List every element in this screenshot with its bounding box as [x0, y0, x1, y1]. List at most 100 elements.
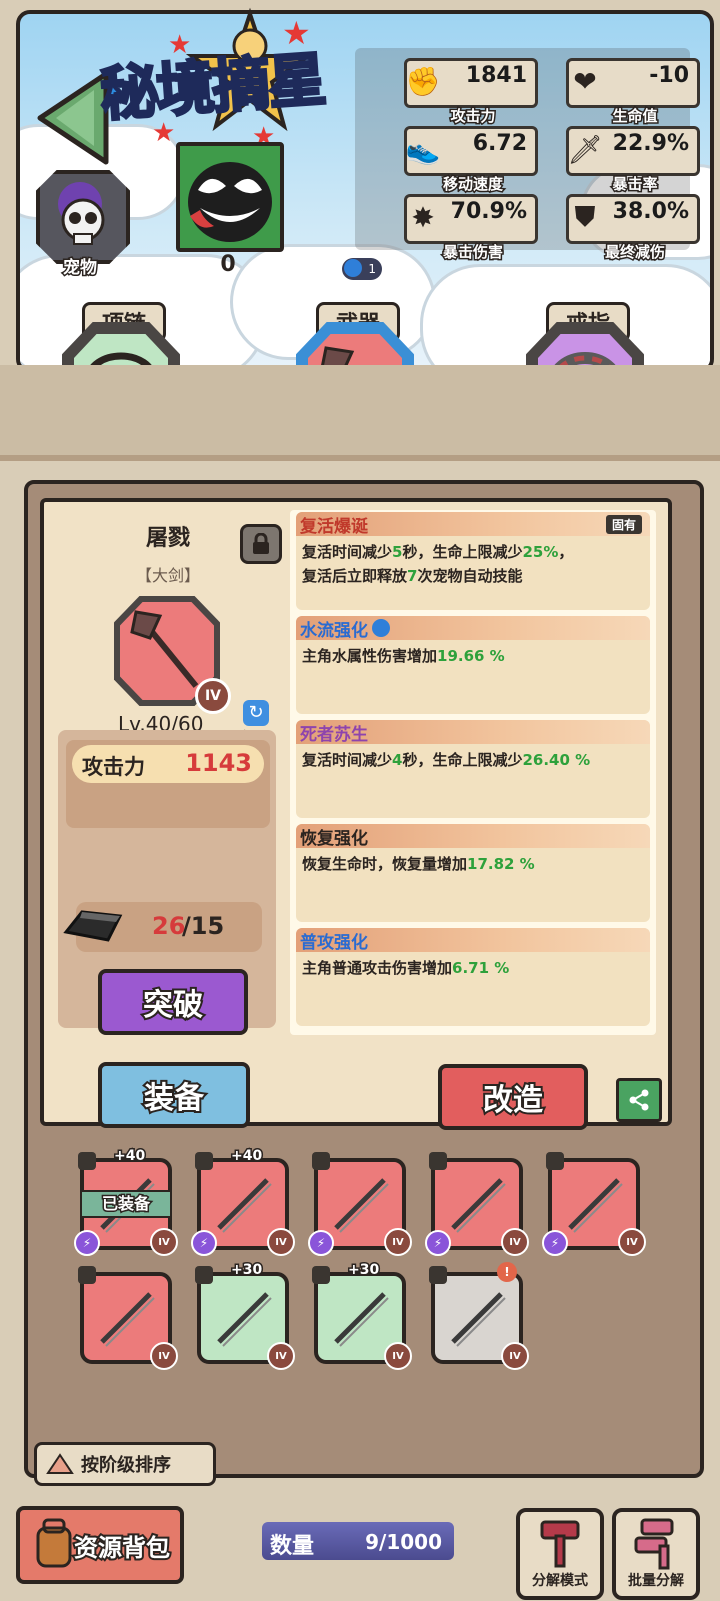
grade-badge: IV	[150, 1342, 178, 1370]
lock-icon	[546, 1152, 564, 1170]
share-button[interactable]	[616, 1078, 662, 1122]
effect-header: 恢复强化	[296, 824, 650, 849]
shield-icon: ⛊	[574, 200, 596, 233]
effect-title: 死者苏生	[300, 724, 368, 745]
stat-value: 38.0%	[612, 199, 689, 224]
grade-badge: IV	[618, 1228, 646, 1256]
effect-text: 秒，生命上限减少	[402, 543, 523, 561]
stat-label: 攻击力	[449, 106, 497, 127]
character-portrait[interactable]	[176, 142, 284, 252]
inventory-item[interactable]: +40 IV ⚡	[191, 1147, 295, 1256]
inventory-item[interactable]: IV ⚡	[542, 1152, 646, 1256]
lock-icon	[195, 1266, 213, 1284]
water-drop-icon	[344, 259, 362, 277]
effect-body: 主角水属性伤害增加19.66 %	[296, 640, 650, 672]
stat-value: 1841	[465, 63, 527, 88]
lock-icon	[312, 1152, 330, 1170]
lightning-icon: ⚡	[191, 1230, 217, 1256]
stat-label: 移动速度	[441, 174, 504, 195]
shoe-icon: 👟	[405, 132, 441, 166]
pet-slot[interactable]	[36, 170, 130, 264]
inventory-item[interactable]: IV ⚡	[425, 1152, 529, 1256]
sort-button[interactable]: 按阶级排序	[34, 1442, 216, 1486]
inventory-item[interactable]: IV ⚡	[308, 1152, 412, 1256]
stat-4: ✸ 70.9% 暴击伤害	[404, 194, 538, 263]
alert-badge: !	[497, 1262, 517, 1282]
effect-line: 复活后立即释放7次宠物自动技能	[302, 564, 644, 588]
grade-badge: IV	[501, 1228, 529, 1256]
effect-text: ，	[558, 543, 574, 561]
back-arrow-icon[interactable]	[36, 70, 110, 166]
inventory-item[interactable]: IV!	[429, 1262, 529, 1370]
batch-decompose-label: 批量分解	[628, 1573, 684, 1589]
stat-2: 👟 6.72 移动速度	[404, 126, 538, 195]
grade-badge: IV	[384, 1228, 412, 1256]
grade-badge: IV	[150, 1228, 178, 1256]
stat-label: 最终减伤	[603, 242, 666, 263]
stat-value: 6.72	[472, 131, 527, 156]
stat-0: ✊ 1841 攻击力	[404, 58, 538, 127]
effect-text: 5	[392, 543, 403, 561]
equip-button[interactable]: 装备	[98, 1062, 250, 1128]
effect-text: 17.82 %	[467, 855, 535, 873]
effect-text: 26.40 %	[522, 751, 591, 769]
share-icon	[629, 1089, 649, 1111]
lightning-icon: ⚡	[74, 1230, 100, 1256]
effect-text: 25%	[522, 543, 559, 561]
hammer-icon	[540, 1520, 580, 1568]
grade-badge: IV	[195, 678, 231, 714]
triangle-icon	[46, 1453, 74, 1474]
effect-text: 复活后立即释放	[302, 567, 408, 585]
inventory-item[interactable]: +30 IV	[312, 1261, 412, 1370]
lock-icon	[78, 1152, 96, 1170]
effect-title: 复活爆诞	[300, 516, 368, 537]
material-need: /15	[182, 912, 225, 940]
batch-hammer-icon	[634, 1518, 674, 1570]
effect-text: 恢复生命时，恢复量增加	[302, 855, 468, 873]
count-value: 9/1000	[365, 1530, 442, 1554]
backpack-icon	[36, 1518, 72, 1568]
inventory-item[interactable]: +40 已装备 IV ⚡	[74, 1147, 178, 1256]
effect-line: 复活时间减少5秒，生命上限减少25%，	[302, 540, 644, 564]
stat-5: ⛊ 38.0% 最终减伤	[566, 194, 700, 263]
lightning-icon: ⚡	[542, 1230, 568, 1256]
resource-bag-label: 资源背包	[72, 1532, 172, 1564]
batch-decompose-button[interactable]: 批量分解	[612, 1508, 700, 1600]
effect-text: 复活时间减少	[302, 543, 393, 561]
reforge-button[interactable]: 改造	[438, 1064, 588, 1130]
inventory-item[interactable]: IV	[78, 1266, 178, 1370]
effect-text: 主角水属性伤害增加	[302, 647, 438, 665]
effect-body: 复活时间减少4秒，生命上限减少26.40 %	[296, 744, 650, 776]
water-drop-badge: 1	[342, 258, 382, 280]
inventory-item[interactable]: +30 IV	[195, 1261, 295, 1370]
effect-card: 死者苏生 复活时间减少4秒，生命上限减少26.40 %	[296, 720, 650, 818]
effect-body: 主角普通攻击伤害增加6.71 %	[296, 952, 650, 984]
decompose-mode-label: 分解模式	[532, 1573, 588, 1589]
sword-icon: 🗡	[567, 132, 603, 166]
banner-floor	[0, 365, 720, 455]
breakthrough-button[interactable]: 突破	[98, 969, 248, 1035]
stat-label: 暴击率	[611, 174, 659, 195]
material-have: 26	[152, 912, 186, 940]
effect-text: 7	[407, 567, 418, 585]
decompose-mode-button[interactable]: 分解模式	[516, 1508, 604, 1600]
grade-badge: IV	[267, 1342, 295, 1370]
effect-text: 次宠物自动技能	[417, 567, 523, 585]
drop-badge-count: 1	[368, 262, 376, 276]
lock-icon	[253, 533, 269, 554]
effect-header: 复活爆诞 固有	[296, 512, 650, 537]
lock-button[interactable]	[240, 524, 282, 564]
stat-3: 🗡 22.9% 暴击率	[566, 126, 700, 195]
effect-text: 主角普通攻击伤害增加	[302, 959, 453, 977]
sort-label: 按阶级排序	[81, 1455, 171, 1476]
skull-icon	[58, 182, 105, 245]
explosion-icon: ✸	[411, 200, 435, 234]
heart-icon: ❤	[573, 64, 597, 98]
stat-label: 生命值	[611, 106, 659, 127]
effect-line: 主角普通攻击伤害增加6.71 %	[302, 956, 644, 980]
effect-tag: 固有	[605, 514, 642, 534]
effect-card: 恢复强化恢复生命时，恢复量增加17.82 %	[296, 824, 650, 922]
stat-value: 70.9%	[450, 199, 527, 224]
effect-card: 普攻强化 主角普通攻击伤害增加6.71 %	[296, 928, 650, 1026]
count-box: 数量 9/1000	[262, 1522, 454, 1560]
